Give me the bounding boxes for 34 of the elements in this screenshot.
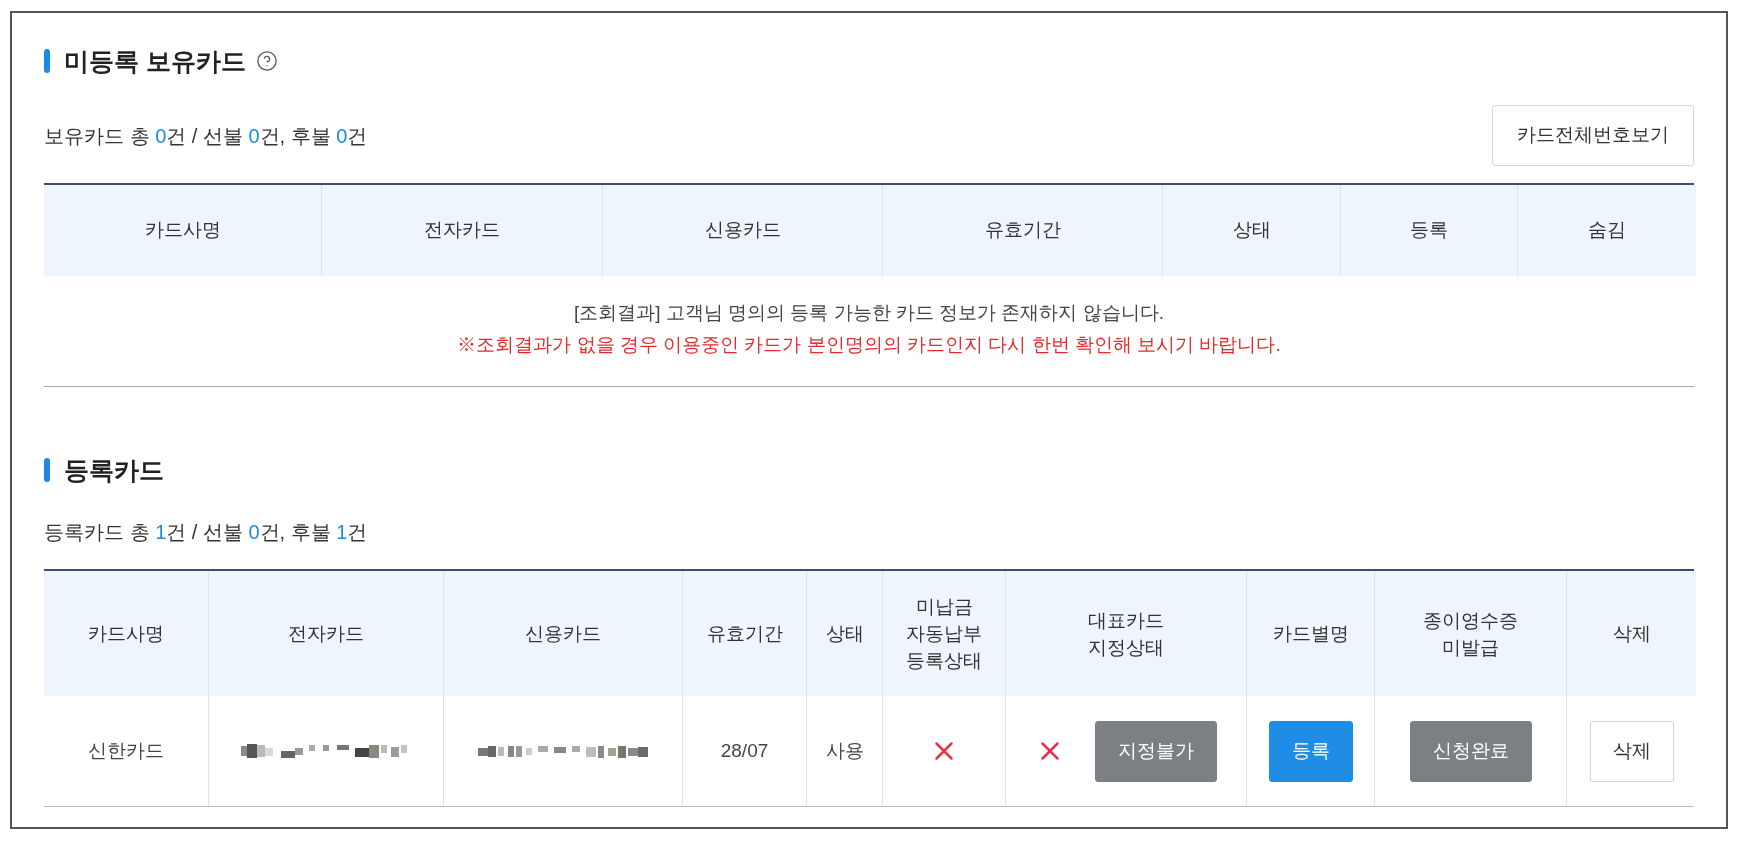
section-title: 미등록 보유카드: [64, 46, 246, 77]
column-header: 전자카드: [321, 185, 602, 276]
table-cell-text: 신한카드: [88, 738, 164, 763]
help-icon[interactable]: [255, 50, 278, 72]
empty-result-message: [조회결과] 고객님 명의의 등록 가능한 카드 정보가 존재하지 않습니다.: [573, 301, 1165, 325]
section-marker-icon: [44, 49, 50, 73]
action-button[interactable]: 삭제: [1589, 720, 1674, 782]
column-header: 유효기간: [682, 571, 806, 696]
action-button[interactable]: 지정불가: [1095, 720, 1217, 782]
column-header: 카드사명: [44, 185, 321, 276]
column-header: 종이영수증 미발급: [1374, 571, 1566, 696]
column-header: 숨김: [1517, 185, 1696, 276]
column-header: 상태: [1162, 185, 1340, 276]
summary-text: 보유카드 총 0건 / 선불 0건, 후불 0건: [44, 123, 368, 149]
column-header: 상태: [806, 571, 882, 696]
column-header: 신용카드: [602, 185, 882, 276]
column-header: 삭제: [1566, 571, 1696, 696]
action-button[interactable]: 등록: [1268, 720, 1353, 782]
column-header: 신용카드: [443, 571, 682, 696]
summary-text: 등록카드 총 1건 / 선불 0건, 후불 1건: [44, 520, 368, 545]
column-header: 카드사명: [44, 571, 208, 696]
section-title: 등록카드: [64, 455, 164, 486]
section-marker-icon: [44, 458, 50, 482]
table-cell-text: 28/07: [720, 738, 769, 763]
column-header: 유효기간: [882, 185, 1162, 276]
table-cell-text: 사용: [825, 738, 864, 763]
notice-text: ※조회결과가 없을 경우 이용중인 카드가 본인명의의 카드인지 다시 한번 확인해 보시기 바랍니다.: [457, 333, 1281, 357]
column-header: 전자카드: [208, 571, 443, 696]
column-header: 등록: [1340, 185, 1517, 276]
action-button[interactable]: 신청완료: [1409, 720, 1532, 782]
column-header: 대표카드 지정상태: [1005, 571, 1246, 696]
column-header: 미납금 자동납부 등록상태: [882, 571, 1005, 696]
column-header: 카드별명: [1246, 571, 1374, 696]
show-full-numbers-button[interactable]: 카드전체번호보기: [1492, 105, 1694, 166]
